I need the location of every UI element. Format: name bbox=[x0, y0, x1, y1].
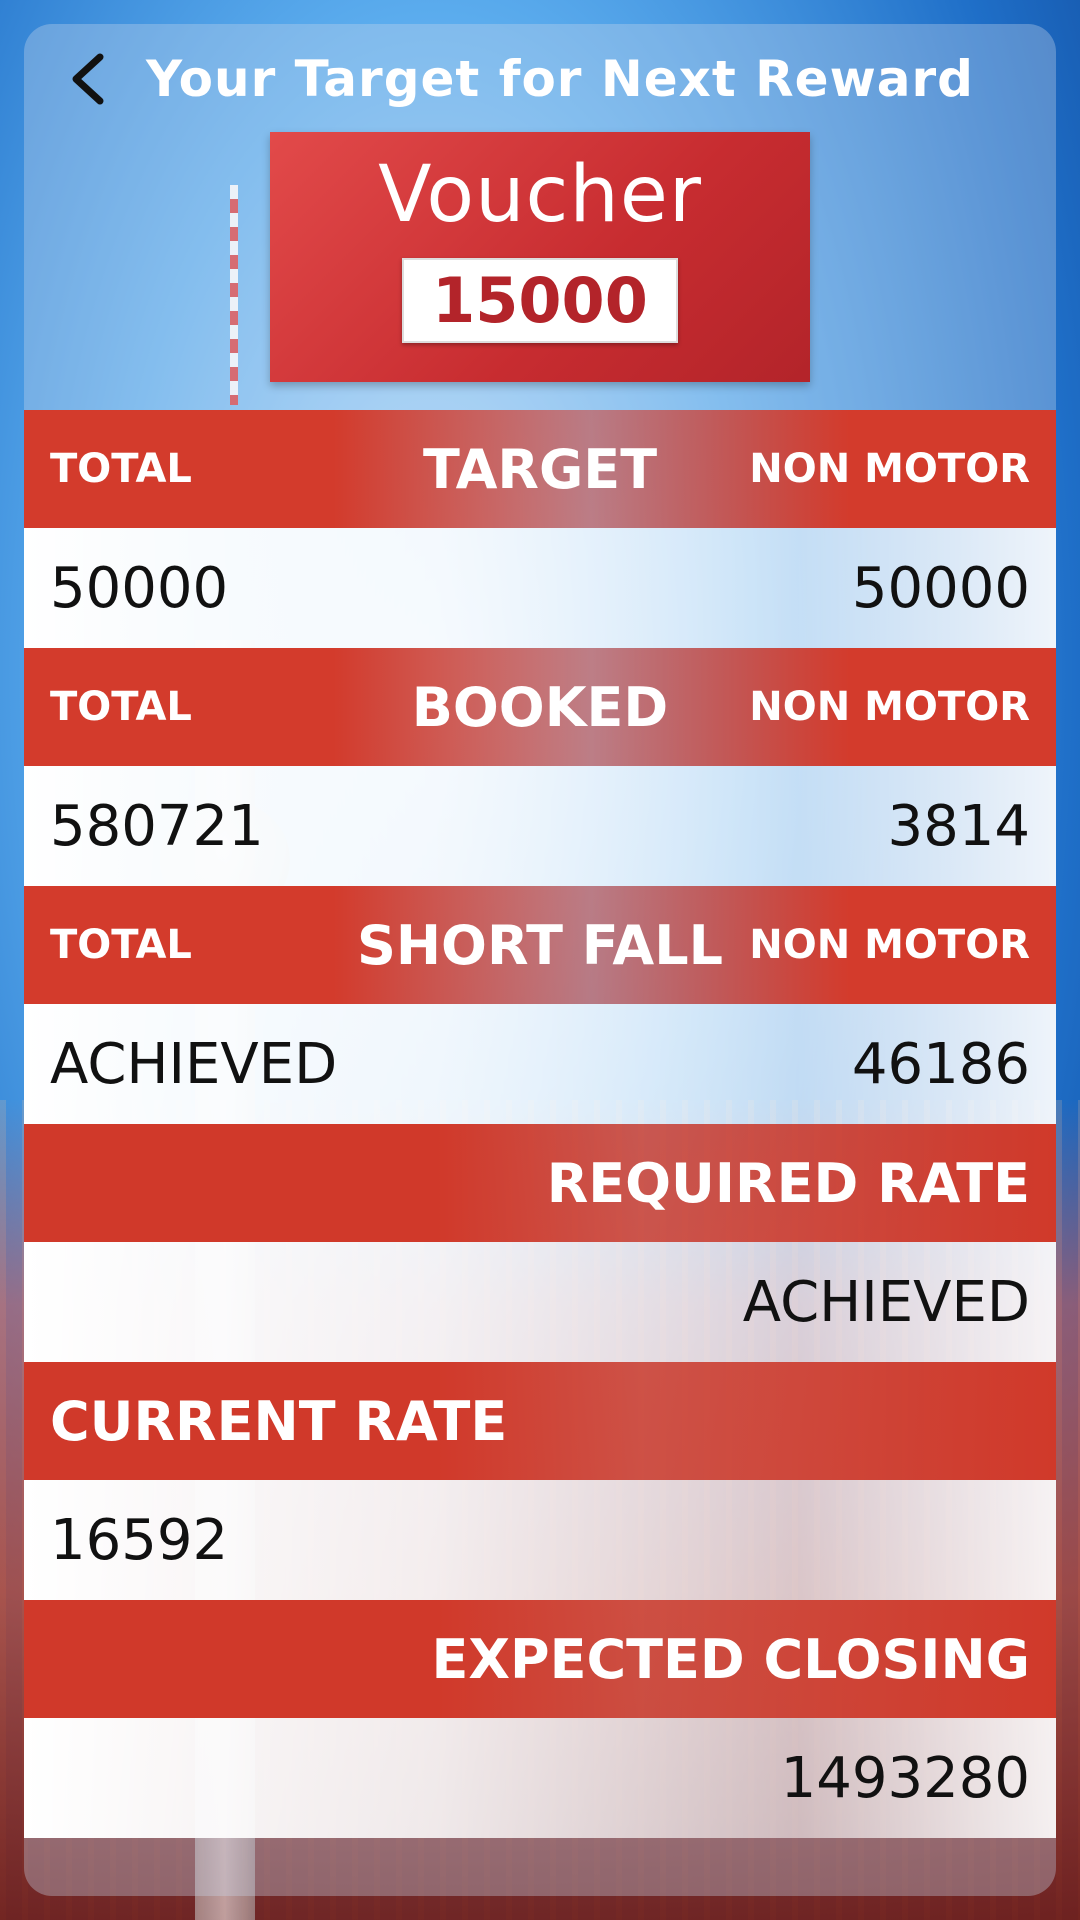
required-rate-title: REQUIRED RATE bbox=[546, 1151, 1030, 1215]
booked-non-motor-label: NON MOTOR bbox=[749, 684, 1030, 730]
chevron-left-icon bbox=[72, 53, 104, 105]
expected-closing-value: 1493280 bbox=[780, 1745, 1030, 1811]
required-rate-value-row: ACHIEVED bbox=[24, 1242, 1056, 1362]
app-header: Your Target for Next Reward bbox=[24, 24, 1056, 134]
required-rate-value: ACHIEVED bbox=[742, 1269, 1030, 1335]
current-rate-value: 16592 bbox=[50, 1507, 229, 1573]
expected-closing-header-row: EXPECTED CLOSING bbox=[24, 1600, 1056, 1718]
stats-table: TOTAL TARGET NON MOTOR 50000 50000 TOTAL… bbox=[24, 410, 1056, 1838]
short-fall-header-row: TOTAL SHORT FALL NON MOTOR bbox=[24, 886, 1056, 1004]
current-rate-header-row: CURRENT RATE bbox=[24, 1362, 1056, 1480]
target-non-motor-value: 50000 bbox=[851, 555, 1030, 621]
target-value-row: 50000 50000 bbox=[24, 528, 1056, 648]
voucher-label: Voucher bbox=[378, 150, 702, 240]
voucher-card: Voucher 15000 bbox=[270, 132, 810, 382]
short-fall-non-motor-value: 46186 bbox=[851, 1031, 1030, 1097]
booked-non-motor-value: 3814 bbox=[887, 793, 1030, 859]
booked-header-row: TOTAL BOOKED NON MOTOR bbox=[24, 648, 1056, 766]
short-fall-non-motor-label: NON MOTOR bbox=[749, 922, 1030, 968]
expected-closing-title: EXPECTED CLOSING bbox=[431, 1627, 1030, 1691]
target-total-value: 50000 bbox=[50, 555, 229, 621]
short-fall-total-value: ACHIEVED bbox=[50, 1031, 338, 1097]
current-rate-title: CURRENT RATE bbox=[50, 1389, 508, 1453]
short-fall-value-row: ACHIEVED 46186 bbox=[24, 1004, 1056, 1124]
required-rate-header-row: REQUIRED RATE bbox=[24, 1124, 1056, 1242]
booked-total-value: 580721 bbox=[50, 793, 264, 859]
back-button[interactable] bbox=[58, 49, 118, 109]
voucher-amount: 15000 bbox=[402, 258, 678, 343]
booked-value-row: 580721 3814 bbox=[24, 766, 1056, 886]
target-header-row: TOTAL TARGET NON MOTOR bbox=[24, 410, 1056, 528]
expected-closing-value-row: 1493280 bbox=[24, 1718, 1056, 1838]
current-rate-value-row: 16592 bbox=[24, 1480, 1056, 1600]
page-title: Your Target for Next Reward bbox=[146, 50, 974, 108]
target-non-motor-label: NON MOTOR bbox=[749, 446, 1030, 492]
